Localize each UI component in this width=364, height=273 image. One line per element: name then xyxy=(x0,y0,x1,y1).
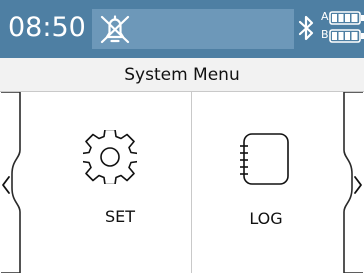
menu-carousel: SET LOG xyxy=(0,92,364,273)
page-title: System Menu xyxy=(124,65,240,85)
menu-item-set[interactable]: SET xyxy=(60,92,180,273)
battery-a-icon xyxy=(329,11,364,25)
chevron-left-icon xyxy=(2,176,10,194)
alarm-status-box[interactable] xyxy=(92,9,294,49)
title-bar: System Menu xyxy=(0,58,364,92)
bluetooth-icon xyxy=(298,15,314,41)
previous-page-button[interactable] xyxy=(0,92,30,273)
menu-item-label-set: SET xyxy=(104,207,136,226)
next-page-button[interactable] xyxy=(334,92,364,273)
status-bar: 08:50 A B xyxy=(0,0,364,58)
chevron-right-icon xyxy=(354,176,362,194)
battery-b-icon xyxy=(329,29,364,43)
tile-divider xyxy=(191,92,192,273)
screen: 08:50 A B System Menu SET LOG xyxy=(0,0,364,273)
battery-b-label: B xyxy=(321,28,329,41)
alarm-silenced-icon xyxy=(100,15,130,44)
gear-icon xyxy=(83,130,137,184)
log-icon xyxy=(240,133,289,185)
menu-item-log[interactable]: LOG xyxy=(206,92,326,273)
battery-a-label: A xyxy=(321,10,329,23)
clock-time: 08:50 xyxy=(8,12,86,43)
menu-item-label-log: LOG xyxy=(249,209,283,228)
